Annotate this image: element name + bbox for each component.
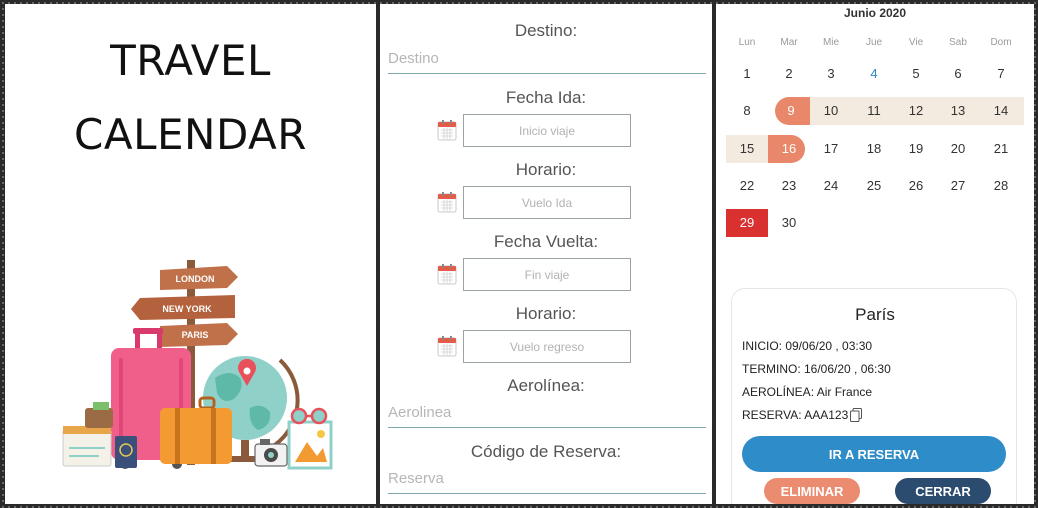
wallet — [85, 402, 113, 428]
calendar-day[interactable]: 20 — [937, 136, 979, 162]
aerolinea-input[interactable]: Aerolinea — [388, 402, 706, 428]
notebook — [62, 426, 112, 467]
horario-vuelta-input[interactable]: Vuelo regreso — [463, 330, 631, 363]
trip-detail-card: París INICIO: 09/06/20 , 03:30 TERMINO: … — [731, 288, 1017, 504]
aerolinea-label: Aerolínea: — [507, 376, 585, 395]
fecha-ida-input[interactable]: Inicio viaje — [463, 114, 631, 147]
trip-reserva: RESERVA: AAA123 — [742, 408, 849, 422]
month-title: Junio 2020 — [843, 6, 907, 20]
trip-form-panel: Destino: Destino Fecha Ida: Inicio viaje… — [380, 4, 712, 504]
travel-illustration: LONDON NEW YORK PARIS — [62, 260, 333, 470]
calendar-icon[interactable] — [437, 335, 457, 357]
calendar-day-highlighted[interactable]: 29 — [726, 210, 768, 236]
calendar-day-selected-end[interactable]: 16 — [768, 136, 810, 162]
sign-london: LONDON — [160, 266, 238, 290]
trip-city: París — [855, 305, 895, 324]
calendar-day[interactable]: 18 — [853, 136, 895, 162]
sign-paris-label: PARIS — [182, 330, 209, 340]
calendar-day[interactable]: 3 — [810, 61, 852, 87]
calendar-day[interactable]: 1 — [726, 61, 768, 87]
weekday-label: Mar — [780, 37, 798, 48]
passport — [115, 436, 137, 468]
calendar-day[interactable]: 22 — [726, 173, 768, 199]
photo-frame — [287, 420, 333, 470]
trip-termino: TERMINO: 16/06/20 , 06:30 — [742, 362, 891, 376]
calendar-day[interactable]: 30 — [768, 210, 810, 236]
fecha-vuelta-input[interactable]: Fin viaje — [463, 258, 631, 291]
calendar-day[interactable]: 14 — [980, 98, 1022, 124]
calendar-day[interactable]: 2 — [768, 61, 810, 87]
calendar-day[interactable]: 25 — [853, 173, 895, 199]
reserva-input[interactable]: Reserva — [388, 468, 706, 494]
cover-title-line2: CALENDAR — [74, 110, 307, 159]
cover-panel: TRAVEL CALENDAR LONDON NEW YORK PARIS — [5, 4, 376, 504]
calendar-icon[interactable] — [437, 263, 457, 285]
calendar-day[interactable]: 15 — [726, 136, 768, 162]
fecha-vuelta-label: Fecha Vuelta: — [493, 232, 599, 251]
calendar-day[interactable]: 6 — [937, 61, 979, 87]
sign-london-label: LONDON — [176, 274, 215, 284]
calendar-day[interactable]: 5 — [895, 61, 937, 87]
sign-paris: PARIS — [160, 323, 238, 347]
copy-icon[interactable] — [850, 408, 862, 422]
fecha-ida-label: Fecha Ida: — [505, 88, 587, 107]
cover-title-line1: TRAVEL — [110, 36, 271, 85]
trip-inicio: INICIO: 09/06/20 , 03:30 — [742, 339, 873, 353]
eliminar-button[interactable]: ELIMINAR — [764, 478, 860, 504]
calendar-day-today[interactable]: 4 — [853, 61, 895, 87]
destino-label: Destino: — [514, 21, 578, 40]
calendar-day[interactable]: 27 — [937, 173, 979, 199]
calendar-day[interactable]: 11 — [853, 98, 895, 124]
calendar-day[interactable]: 24 — [810, 173, 852, 199]
calendar-day[interactable]: 28 — [980, 173, 1022, 199]
ir-a-reserva-button[interactable]: IR A RESERVA — [742, 436, 1006, 472]
weekday-label: Vie — [908, 37, 924, 48]
horario-ida-input[interactable]: Vuelo Ida — [463, 186, 631, 219]
calendar-day[interactable]: 26 — [895, 173, 937, 199]
weekday-label: Dom — [990, 37, 1012, 48]
reserva-label: Código de Reserva: — [470, 442, 622, 461]
horario-ida-label: Horario: — [515, 160, 577, 179]
calendar-day[interactable]: 12 — [895, 98, 937, 124]
calendar-day-selected-start[interactable]: 9 — [768, 98, 810, 124]
weekday-label: Jue — [865, 37, 883, 48]
horario-vuelta-label: Horario: — [515, 304, 577, 323]
calendar-icon[interactable] — [437, 191, 457, 213]
calendar-icon[interactable] — [437, 119, 457, 141]
cerrar-button[interactable]: CERRAR — [895, 478, 991, 504]
sign-new-york: NEW YORK — [131, 295, 235, 320]
calendar-day[interactable]: 8 — [726, 98, 768, 124]
calendar-day[interactable]: 23 — [768, 173, 810, 199]
weekday-label: Mie — [822, 37, 840, 48]
calendar-day[interactable]: 17 — [810, 136, 852, 162]
calendar-day[interactable]: 13 — [937, 98, 979, 124]
camera — [254, 439, 288, 467]
calendar-day[interactable]: 7 — [980, 61, 1022, 87]
calendar-day[interactable]: 10 — [810, 98, 852, 124]
calendar-day[interactable]: 19 — [895, 136, 937, 162]
calendar-day[interactable]: 21 — [980, 136, 1022, 162]
weekday-label: Lun — [738, 37, 756, 48]
weekday-label: Sab — [949, 37, 967, 48]
trip-aerolinea: AEROLÍNEA: Air France — [742, 385, 873, 399]
calendar-panel: Junio 2020 Lun Mar Mie Jue Vie Sab Dom 1… — [716, 4, 1034, 504]
destino-input[interactable]: Destino — [388, 48, 706, 74]
sign-new-york-label: NEW YORK — [162, 304, 212, 314]
